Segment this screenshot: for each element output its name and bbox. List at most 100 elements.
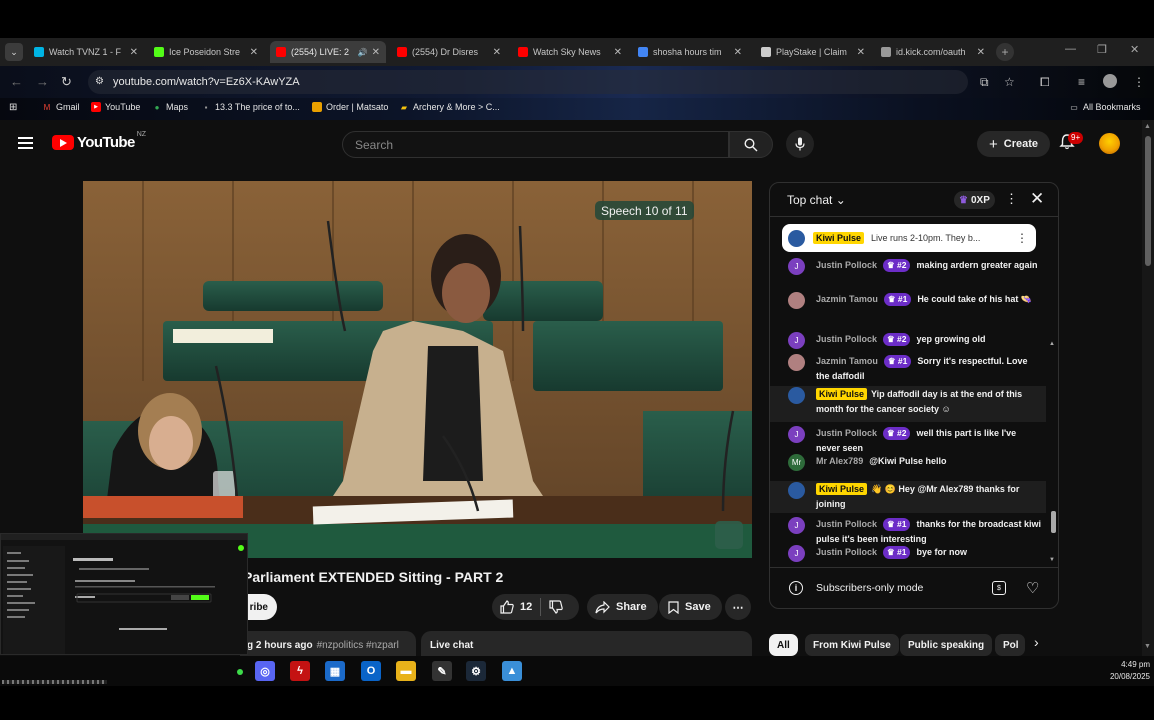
bookmark-archery[interactable]: ▰ Archery & More > C...	[399, 102, 500, 112]
video-player[interactable]: Speech 10 of 11	[83, 181, 752, 558]
search-button[interactable]	[729, 131, 773, 158]
site-info-icon[interactable]: ⚙	[95, 76, 104, 87]
close-window-button[interactable]: ✕	[1130, 43, 1139, 56]
chat-message[interactable]: Kiwi Pulse Yip daffodil day is at the end…	[770, 386, 1046, 422]
back-button[interactable]: ←	[10, 74, 23, 89]
chat-message[interactable]: Mr Mr Alex789 @Kiwi Pulse hello	[770, 453, 1046, 475]
chat-author[interactable]: Justin Pollock	[816, 547, 877, 557]
avatar[interactable]: J	[788, 332, 805, 349]
browser-tab[interactable]: shosha hours tim ✕	[632, 41, 748, 63]
create-button[interactable]: + Create	[977, 131, 1051, 157]
close-tab-icon[interactable]: ✕	[250, 47, 258, 58]
bookmark-youtube[interactable]: ▶ YouTube	[91, 102, 140, 112]
close-tab-icon[interactable]: ✕	[977, 47, 985, 58]
bookmark-matsato[interactable]: Order | Matsato	[312, 102, 388, 112]
scroll-down-icon[interactable]: ▼	[1144, 643, 1151, 650]
browser-tab[interactable]: (2554) LIVE: 2 🔊 ✕	[270, 41, 386, 63]
chat-message[interactable]: J Justin Pollock ♛ #2 well this part is lik…	[770, 425, 1046, 456]
microsoft-store-icon[interactable]: ▦	[325, 661, 345, 681]
install-app-icon[interactable]: ⧉	[980, 75, 989, 90]
chat-scroll-down-icon[interactable]: ▼	[1049, 557, 1055, 563]
hamburger-menu-icon[interactable]	[18, 137, 33, 149]
browser-tab[interactable]: Watch TVNZ 1 - F ✕	[28, 41, 144, 63]
thumbs-up-icon[interactable]	[500, 600, 514, 614]
chip-public-speaking[interactable]: Public speaking	[900, 634, 993, 656]
photos-icon[interactable]: ▲	[502, 661, 522, 681]
more-actions-button[interactable]: ⋯	[725, 594, 751, 620]
media-controls-icon[interactable]: ≡	[1078, 75, 1085, 89]
mini-overlay-window[interactable]	[0, 533, 248, 655]
bookmark-gmail[interactable]: M Gmail	[42, 102, 80, 112]
avatar[interactable]: J	[788, 426, 805, 443]
chat-message[interactable]: Kiwi Pulse 👋 😊 Hey @Mr Alex789 thanks for…	[770, 481, 1046, 513]
chat-message[interactable]: J Justin Pollock ♛ #2 making ardern greater…	[770, 257, 1046, 289]
close-chat-icon[interactable]: ✕	[1030, 189, 1044, 209]
new-tab-button[interactable]: +	[996, 43, 1014, 61]
chat-scroll-thumb[interactable]	[1051, 511, 1056, 533]
browser-tab[interactable]: PlayStake | Claim ✕	[755, 41, 871, 63]
chat-author[interactable]: Justin Pollock	[816, 519, 877, 529]
like-count[interactable]: 12	[520, 601, 532, 613]
voice-search-button[interactable]	[786, 130, 814, 158]
xp-pill[interactable]: ♛ 0XP	[954, 191, 995, 209]
all-bookmarks[interactable]: ▭ All Bookmarks	[1069, 102, 1140, 112]
chat-menu-icon[interactable]: ⋮	[1005, 191, 1018, 207]
close-tab-icon[interactable]: ✕	[614, 47, 622, 58]
page-scroll-thumb[interactable]	[1145, 136, 1151, 266]
bookmark-price[interactable]: ▪ 13.3 The price of to...	[201, 102, 300, 112]
avatar[interactable]	[788, 354, 805, 371]
speaker-icon[interactable]: 🔊	[358, 48, 368, 57]
chip-all[interactable]: All	[769, 634, 798, 656]
live-chat-replay-tab[interactable]: Live chat	[421, 631, 752, 656]
chat-author[interactable]: Mr Alex789	[816, 456, 863, 466]
chevron-right-icon[interactable]: ›	[1034, 634, 1039, 650]
apps-grid-icon[interactable]: ⊞	[9, 102, 17, 113]
chat-author[interactable]: Jazmin Tamou	[816, 356, 878, 366]
close-tab-icon[interactable]: ✕	[372, 47, 380, 58]
pin-more-icon[interactable]: ⋮	[1016, 231, 1028, 245]
search-input[interactable]: Search	[342, 131, 729, 158]
steam-icon[interactable]: ⚙	[466, 661, 486, 681]
profile-icon[interactable]	[1103, 74, 1117, 88]
avatar[interactable]	[788, 482, 805, 499]
avatar[interactable]	[788, 387, 805, 404]
chat-mode-selector[interactable]: Top chat ⌄	[787, 193, 846, 207]
chat-message[interactable]: J Justin Pollock ♛ #2 yep growing old	[770, 331, 1046, 351]
account-avatar[interactable]	[1099, 133, 1120, 154]
tab-search-button[interactable]: ⌄	[5, 43, 23, 61]
chat-message[interactable]: Jazmin Tamou ♛ #1 Sorry it's respectful. L…	[770, 353, 1046, 385]
share-button[interactable]: Share	[587, 594, 658, 620]
address-bar[interactable]: ⚙ youtube.com/watch?v=Ez6X-KAwYZA	[88, 70, 968, 94]
save-button[interactable]: Save	[659, 594, 722, 620]
close-tab-icon[interactable]: ✕	[857, 47, 865, 58]
extensions-icon[interactable]: ⧠	[1040, 75, 1050, 90]
pen-app-icon[interactable]: ✎	[432, 661, 452, 681]
maximize-button[interactable]: ❐	[1097, 43, 1107, 56]
browser-tab[interactable]: Watch Sky News ✕	[512, 41, 628, 63]
sticker-icon[interactable]: $	[992, 581, 1006, 595]
description-box[interactable]: g 2 hours ago #nzpolitics #nzparl	[240, 631, 416, 656]
heart-icon[interactable]: ♡	[1026, 579, 1039, 597]
minimize-button[interactable]: —	[1065, 43, 1076, 55]
avatar[interactable]: J	[788, 258, 805, 275]
forward-button[interactable]: →	[36, 74, 49, 89]
thumbs-down-icon[interactable]	[549, 600, 564, 614]
chip-from-kiwi-pulse[interactable]: From Kiwi Pulse	[805, 634, 899, 656]
chat-scroll-up-icon[interactable]: ▲	[1049, 341, 1055, 347]
browser-tab[interactable]: id.kick.com/oauth ✕	[875, 41, 991, 63]
avatar[interactable]: J	[788, 517, 805, 534]
bookmark-star-icon[interactable]: ☆	[1004, 75, 1015, 89]
page-scrollbar[interactable]: ▲ ▼	[1142, 120, 1154, 656]
browser-menu-icon[interactable]: ⋮	[1133, 75, 1145, 89]
owner-name-badge[interactable]: Kiwi Pulse	[816, 388, 868, 400]
youtube-logo[interactable]: YouTube NZ	[52, 131, 146, 151]
file-explorer-icon[interactable]: ▬	[396, 661, 416, 681]
reload-button[interactable]: ↻	[61, 74, 72, 90]
info-icon[interactable]: i	[789, 581, 803, 595]
close-tab-icon[interactable]: ✕	[734, 47, 742, 58]
bookmark-maps[interactable]: ● Maps	[152, 102, 188, 112]
browser-tab[interactable]: Ice Poseidon Stre ✕	[148, 41, 264, 63]
chip-politics[interactable]: Pol	[995, 634, 1025, 656]
avatar[interactable]: J	[788, 545, 805, 562]
chat-author[interactable]: Justin Pollock	[816, 334, 877, 344]
